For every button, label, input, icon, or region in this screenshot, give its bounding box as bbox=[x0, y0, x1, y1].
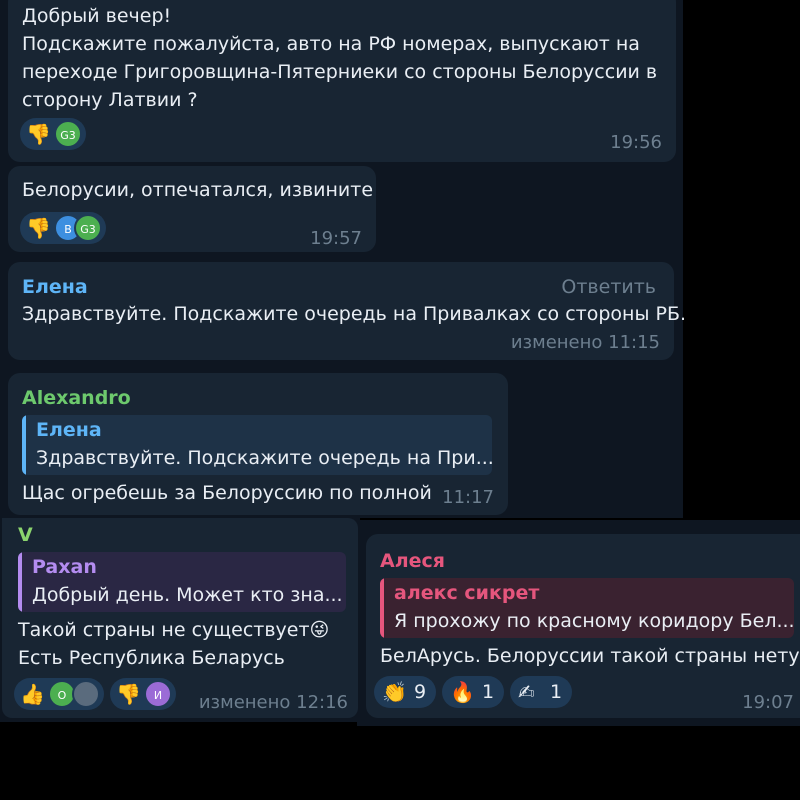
quote-bar bbox=[380, 578, 384, 638]
author-name: Елена bbox=[22, 276, 88, 298]
message-bubble[interactable]: Добрый вечер! Подскажите пожалуйста, авт… bbox=[8, 0, 676, 162]
reaction-count: 1 bbox=[550, 681, 563, 703]
author-name: Alexandro bbox=[22, 387, 131, 409]
quote-author: алекс сикрет bbox=[394, 582, 540, 604]
message-text: БелАрусь. Белоруссии такой страны нету!!… bbox=[380, 645, 800, 667]
message-text-line: сторону Латвии ? bbox=[22, 89, 198, 111]
avatar: И bbox=[144, 680, 172, 708]
thumbs-up-icon: 👍 bbox=[20, 682, 45, 706]
reaction-chip[interactable]: 🔥 1 bbox=[442, 676, 504, 708]
message-time: изменено 12:16 bbox=[198, 692, 348, 713]
quote-text: Добрый день. Может кто зна... bbox=[32, 584, 343, 606]
fire-icon: 🔥 bbox=[450, 680, 475, 704]
reaction-chip[interactable]: 👎 B G3 bbox=[20, 212, 106, 244]
car-avatar bbox=[72, 680, 100, 708]
message-text: Здравствуйте. Подскажите очередь на Прив… bbox=[22, 303, 687, 325]
message-time: 19:57 bbox=[310, 228, 362, 249]
reply-quote[interactable]: Paxan Добрый день. Может кто зна... bbox=[18, 552, 346, 612]
message-text-line: Подскажите пожалуйста, авто на РФ номера… bbox=[22, 33, 640, 55]
thumbs-down-icon: 👎 bbox=[26, 122, 51, 146]
reply-quote[interactable]: алекс сикрет Я прохожу по красному корид… bbox=[380, 578, 794, 638]
message-text-line: Такой страны не существует😜 bbox=[18, 619, 330, 641]
author-name: Алеся bbox=[380, 550, 445, 572]
message-text-line: переходе Григоровщина-Пятерниеки со стор… bbox=[22, 61, 658, 83]
message-text-line: Добрый вечер! bbox=[22, 5, 172, 27]
reply-button[interactable]: Ответить bbox=[561, 276, 656, 298]
thumbs-down-icon: 👎 bbox=[26, 216, 51, 240]
message-text: Белорусии, отпечатался, извините bbox=[22, 179, 374, 201]
message-text: Щас огребешь за Белоруссию по полной bbox=[22, 482, 432, 504]
quote-author: Paxan bbox=[32, 556, 97, 578]
quote-text: Здравствуйте. Подскажите очередь на При.… bbox=[36, 447, 492, 469]
quote-text: Я прохожу по красному коридору Бел... bbox=[394, 610, 794, 632]
message-text-line: Есть Республика Беларусь bbox=[18, 647, 285, 669]
avatar: G3 bbox=[74, 214, 102, 242]
reaction-chip[interactable]: 👍 O bbox=[14, 678, 104, 710]
message-time: изменено 11:15 bbox=[510, 332, 660, 353]
message-time: 11:17 bbox=[442, 487, 494, 508]
reaction-count: 9 bbox=[414, 681, 427, 703]
message-time: 19:56 bbox=[610, 132, 662, 153]
clapping-hands-icon: 👏 bbox=[382, 680, 407, 704]
reaction-chip[interactable]: ✍ 1 bbox=[510, 676, 572, 708]
author-name: V bbox=[18, 524, 33, 546]
quote-bar bbox=[18, 552, 22, 612]
message-bubble[interactable]: Alexandro Елена Здравствуйте. Подскажите… bbox=[8, 373, 508, 515]
message-bubble[interactable]: Белорусии, отпечатался, извините 👎 B G3 … bbox=[8, 166, 376, 252]
reaction-chip[interactable]: 👎 И bbox=[110, 678, 176, 710]
message-bubble[interactable]: Алеся алекс сикрет Я прохожу по красному… bbox=[366, 534, 800, 718]
writing-hand-icon: ✍ bbox=[518, 680, 535, 704]
message-bubble[interactable]: Елена Ответить Здравствуйте. Подскажите … bbox=[8, 262, 686, 360]
reaction-count: 1 bbox=[482, 681, 495, 703]
reaction-chip[interactable]: 👏 9 bbox=[374, 676, 436, 708]
thumbs-down-icon: 👎 bbox=[116, 682, 141, 706]
reaction-chip[interactable]: 👎 G3 bbox=[20, 118, 86, 150]
message-time: 19:07 bbox=[742, 692, 794, 713]
avatar: G3 bbox=[54, 120, 82, 148]
quote-author: Елена bbox=[36, 419, 102, 441]
quote-bar bbox=[22, 415, 26, 475]
message-bubble[interactable]: V Paxan Добрый день. Может кто зна... Та… bbox=[2, 518, 358, 718]
reply-quote[interactable]: Елена Здравствуйте. Подскажите очередь н… bbox=[22, 415, 492, 475]
